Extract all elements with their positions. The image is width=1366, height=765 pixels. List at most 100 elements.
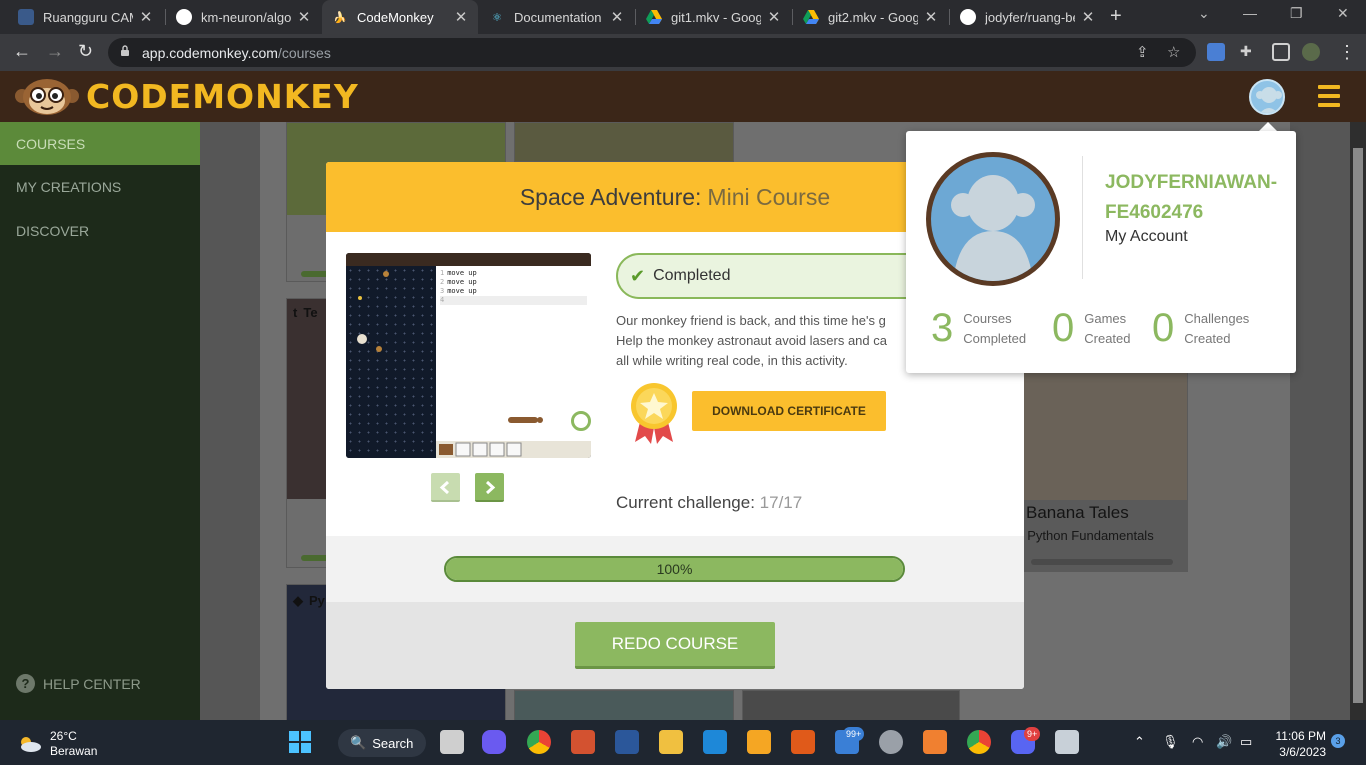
scrollbar-thumb[interactable] [1353, 148, 1363, 703]
tab-git2[interactable]: git2.mkv - Googl ✕ [793, 0, 948, 34]
side-panel-icon[interactable] [1272, 43, 1290, 61]
close-tab-icon[interactable]: ✕ [610, 8, 624, 26]
course-image [743, 691, 959, 720]
close-window-icon[interactable]: ✕ [1337, 5, 1349, 22]
windows-start-icon[interactable] [288, 730, 312, 754]
tab-codemonkey[interactable]: 🍌 CodeMonkey ✕ [322, 0, 478, 34]
browser-menu-icon[interactable]: ⋮ [1338, 42, 1356, 63]
tab-search-icon[interactable]: ⌄ [1198, 5, 1210, 22]
close-tab-icon[interactable]: ✕ [924, 8, 938, 26]
monkey-astronaut-icon [508, 417, 543, 423]
hamburger-menu-icon[interactable] [1318, 85, 1340, 107]
url-bar[interactable]: app.codemonkey.com/courses ⇪ ☆ [108, 38, 1196, 67]
course-card[interactable] [742, 690, 960, 720]
google-drive-icon [803, 9, 819, 25]
close-tab-icon[interactable]: ✕ [767, 8, 781, 26]
certificate-medal-icon [629, 382, 679, 446]
user-avatar-button[interactable] [1249, 79, 1285, 115]
address-bar-area: ← → ↻ app.codemonkey.com/courses ⇪ ☆ ✚ ⋮ [0, 34, 1366, 71]
tab-title: Ruangguru CAMP [43, 9, 133, 25]
close-tab-icon[interactable]: ✕ [454, 8, 468, 26]
sidebar-item-discover[interactable]: DISCOVER [0, 209, 200, 253]
task-view-icon[interactable] [440, 730, 464, 754]
page-scrollbar[interactable] [1350, 122, 1366, 720]
banana-icon: 🍌 [333, 11, 347, 24]
extensions-puzzle-icon[interactable]: ✚ [1240, 43, 1258, 61]
close-tab-icon[interactable]: ✕ [139, 8, 153, 26]
battery-icon[interactable]: ▭ [1240, 734, 1252, 750]
sidebar-item-courses[interactable]: COURSES [0, 122, 200, 165]
chrome-profile-icon[interactable] [967, 730, 991, 754]
my-account-link[interactable]: My Account [1105, 228, 1188, 246]
stat-label-line: Games [1084, 310, 1127, 326]
tab-ruangguru[interactable]: Ruangguru CAMP ✕ [8, 0, 163, 34]
account-popover: JODYFERNIAWAN-FE4602476 My Account 3 Cou… [906, 131, 1296, 373]
tab-title: git1.mkv - Googl [671, 9, 761, 25]
weather-widget[interactable]: 26°C Berawan [18, 729, 97, 759]
course-card[interactable] [514, 690, 734, 720]
tab-jodyfer[interactable]: jodyfer/ruang-be ✕ [950, 0, 1105, 34]
forward-icon[interactable]: → [46, 41, 64, 62]
stat-value: 0 [1052, 306, 1075, 350]
stat-label-line: Completed [963, 330, 1027, 346]
tab-title: Documentation [514, 9, 602, 25]
sidebar-item-my-creations[interactable]: MY CREATIONS [0, 165, 200, 209]
current-challenge-label: Current challenge: [616, 493, 755, 512]
taskbar-search[interactable]: 🔍 Search [338, 729, 426, 757]
github-icon [176, 9, 192, 25]
tab-title: git2.mkv - Googl [828, 9, 918, 25]
code-line: 1 move up [440, 269, 477, 277]
translate-extension-icon[interactable] [1207, 43, 1225, 61]
microphone-icon[interactable]: 🎙 [1162, 734, 1179, 750]
notification-count-badge[interactable]: 3 [1331, 734, 1345, 748]
chevron-up-icon[interactable]: ⌃ [1134, 734, 1145, 750]
xampp-icon[interactable] [923, 730, 947, 754]
teams-chat-icon[interactable] [482, 730, 506, 754]
code-text: move up [447, 269, 477, 277]
tab-km-neuron[interactable]: km-neuron/algor ✕ [166, 0, 321, 34]
codemonkey-logo[interactable]: CODEMONKEY [14, 77, 359, 116]
vscode-icon[interactable] [703, 730, 727, 754]
browser-tab-strip: Ruangguru CAMP ✕ km-neuron/algor ✕ 🍌 Cod… [0, 0, 1366, 34]
stat-label-line: Created [1084, 330, 1131, 346]
course-image [515, 691, 733, 720]
matlab-icon[interactable] [791, 730, 815, 754]
snipping-tool-icon[interactable] [1055, 730, 1079, 754]
preview-next-button[interactable] [475, 473, 504, 502]
reload-icon[interactable]: ↻ [78, 41, 93, 62]
course-title-banana-tales: Banana Tales [1026, 503, 1129, 522]
powerpoint-icon[interactable] [571, 730, 595, 754]
code-text: move up [447, 278, 477, 286]
course-image [515, 123, 733, 161]
preview-prev-button[interactable] [431, 473, 460, 502]
close-tab-icon[interactable]: ✕ [297, 8, 311, 26]
minimize-icon[interactable]: — [1243, 5, 1257, 21]
download-certificate-button[interactable]: DOWNLOAD CERTIFICATE [692, 391, 886, 431]
preview-top-bar [346, 253, 591, 266]
word-icon[interactable] [615, 730, 639, 754]
course-card[interactable] [514, 122, 734, 162]
close-tab-icon[interactable]: ✕ [1081, 8, 1095, 26]
system-clock[interactable]: 11:06 PM 3/6/2023 [1272, 728, 1326, 760]
volume-icon[interactable]: 🔊 [1216, 734, 1232, 750]
redo-course-label: REDO COURSE [611, 634, 739, 653]
share-icon[interactable]: ⇪ [1136, 43, 1149, 61]
sublime-text-icon[interactable] [747, 730, 771, 754]
back-icon[interactable]: ← [13, 41, 31, 62]
tab-documentation[interactable]: ⚛ Documentation ✕ [479, 0, 634, 34]
bookmark-star-icon[interactable]: ☆ [1167, 43, 1180, 61]
file-explorer-icon[interactable] [659, 730, 683, 754]
settings-gear-icon[interactable] [879, 730, 903, 754]
code-line: 4 [440, 296, 587, 305]
profile-avatar-icon[interactable] [1302, 43, 1320, 61]
monkey-silhouette-icon [951, 175, 1035, 281]
wifi-icon[interactable]: ◠ [1192, 734, 1203, 750]
new-tab-icon[interactable]: + [1110, 5, 1122, 28]
help-center-link[interactable]: ? HELP CENTER [16, 674, 141, 693]
chrome-icon[interactable] [527, 730, 551, 754]
tab-git1[interactable]: git1.mkv - Googl ✕ [636, 0, 791, 34]
redo-course-button[interactable]: REDO COURSE [575, 622, 775, 669]
restore-icon[interactable]: ❐ [1290, 5, 1303, 22]
stat-label-line: Created [1184, 330, 1231, 346]
modal-subtitle: Mini Course [707, 183, 831, 210]
